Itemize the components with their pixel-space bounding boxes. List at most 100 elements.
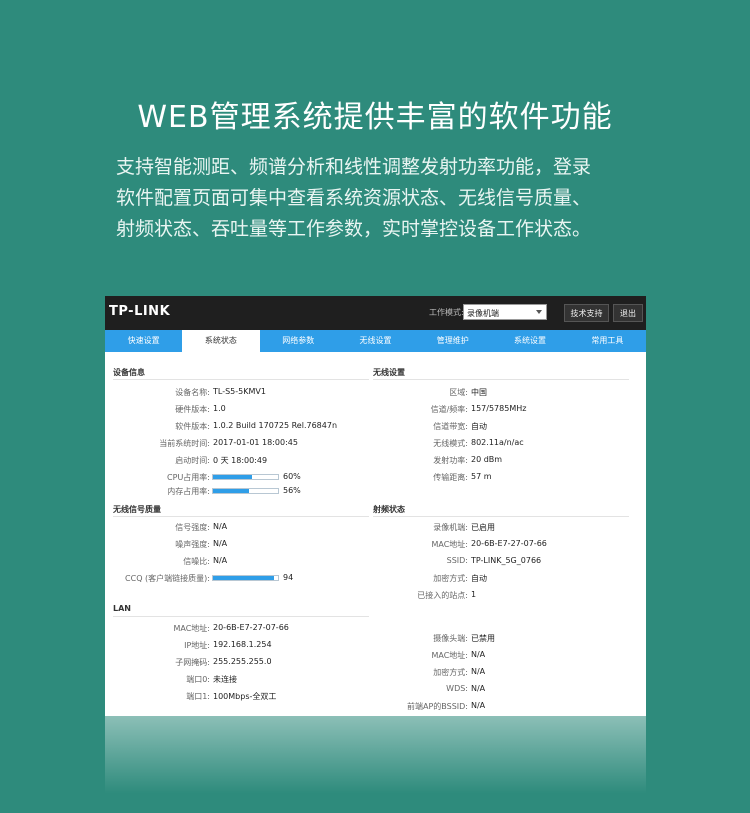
hero-title: WEB管理系统提供丰富的软件功能 (137, 100, 613, 135)
field-label: 区域: (449, 388, 468, 397)
field-value: 自动 (471, 422, 487, 431)
field-value: 255.255.255.0 (213, 657, 272, 666)
field-value: 已禁用 (471, 634, 495, 643)
cpu-usage-bar-value: 60% (283, 472, 301, 481)
field-value: 20-6B-E7-27-07-66 (471, 539, 547, 548)
work-mode-label: 工作模式: (429, 308, 464, 317)
work-mode-value: 录像机端 (467, 309, 499, 318)
field-value: TL-S5-5KMV1 (213, 387, 266, 396)
section-divider (373, 379, 629, 380)
wireless-settings-title: 无线设置 (373, 368, 405, 377)
cpu-usage-bar-fill (213, 475, 252, 479)
logout-button[interactable]: 退出 (613, 304, 643, 322)
field-value: N/A (471, 650, 486, 659)
field-label: 当前系统时间: (159, 439, 210, 448)
field-label: 传输距离: (433, 473, 468, 482)
field-label: MAC地址: (431, 651, 468, 660)
hero-description: 支持智能测距、频谱分析和线性调整发射功率功能，登录 软件配置页面可集中查看系统资… (116, 152, 656, 245)
field-label: 端口0: (186, 675, 210, 684)
lan-title: LAN (113, 604, 131, 613)
main-nav: 快速设置 系统状态 网络参数 无线设置 管理维护 系统设置 常用工具 (105, 330, 646, 352)
tab-6[interactable]: 常用工具 (569, 330, 646, 352)
field-label: 启动时间: (175, 456, 210, 465)
field-label: 加密方式: (433, 668, 468, 677)
field-label: 信噪比: (183, 557, 210, 566)
field-label: WDS: (446, 684, 468, 693)
top-bar: TP-LINK 工作模式: 录像机端 技术支持 退出 (105, 296, 646, 330)
field-value: 20-6B-E7-27-07-66 (213, 623, 289, 632)
field-value: 20 dBm (471, 455, 503, 464)
field-label: MAC地址: (431, 540, 468, 549)
cpu-usage-bar (212, 474, 279, 480)
field-value: 157/5785MHz (471, 404, 527, 413)
field-value: N/A (471, 667, 486, 676)
field-value: 中国 (471, 388, 487, 397)
field-label: 设备名称: (175, 388, 210, 397)
field-value: 100Mbps-全双工 (213, 692, 277, 701)
field-value: TP-LINK_5G_0766 (471, 556, 542, 565)
field-label: 端口1: (186, 692, 210, 701)
field-label: 摄像头端: (433, 634, 468, 643)
field-value: N/A (471, 701, 486, 710)
field-label: 软件版本: (175, 422, 210, 431)
field-label: 已接入的站点: (417, 591, 468, 600)
field-label: 发射功率: (433, 456, 468, 465)
ccq-bar-fill (213, 576, 275, 580)
tp-link-logo: TP-LINK (109, 304, 171, 319)
field-value: 2017-01-01 18:00:45 (213, 438, 298, 447)
tab-5[interactable]: 系统设置 (491, 330, 568, 352)
field-label: 信道/频率: (430, 405, 468, 414)
field-value: N/A (213, 539, 228, 548)
field-label: SSID: (446, 556, 468, 565)
field-value: 自动 (471, 574, 487, 583)
field-label: 噪声强度: (175, 540, 210, 549)
ccq-bar-value: 94 (283, 573, 294, 582)
memory-usage-bar-fill (213, 489, 250, 493)
router-admin-screenshot: TP-LINK 工作模式: 录像机端 技术支持 退出 快速设置 系统状态 网络参数无… (105, 296, 646, 716)
tab-0[interactable]: 快速设置 (105, 330, 182, 352)
field-value: N/A (213, 522, 228, 531)
field-label: 硬件版本: (175, 405, 210, 414)
memory-usage-bar (212, 488, 279, 494)
field-value: 1.0 (213, 404, 226, 413)
field-value: 1.0.2 Build 170725 Rel.76847n (213, 421, 338, 430)
signal-quality-title: 无线信号质量 (113, 505, 161, 514)
field-label: 信道带宽: (433, 422, 468, 431)
radio-status-title: 射频状态 (373, 505, 405, 514)
field-label: 录像机端: (433, 523, 468, 532)
section-divider (113, 616, 369, 617)
tab-2[interactable]: 网络参数 (260, 330, 337, 352)
ccq-bar (212, 575, 279, 581)
tab-3[interactable]: 无线设置 (337, 330, 414, 352)
field-value: 192.168.1.254 (213, 640, 272, 649)
memory-usage-bar-value: 56% (283, 486, 301, 495)
tech-support-button[interactable]: 技术支持 (564, 304, 609, 322)
field-label: 信号强度: (175, 523, 210, 532)
field-value: 0 天 18:00:49 (213, 456, 268, 465)
field-value: N/A (213, 556, 228, 565)
field-value: 已启用 (471, 523, 495, 532)
reflection (105, 716, 646, 813)
work-mode-select[interactable]: 录像机端 (463, 304, 547, 320)
field-label: 前端AP的BSSID: (406, 702, 468, 711)
field-value: 未连接 (213, 675, 237, 684)
device-info-title: 设备信息 (113, 368, 145, 377)
section-divider (373, 516, 629, 517)
tab-1[interactable]: 系统状态 (182, 330, 260, 352)
desc-line: 射频状态、吞吐量等工作参数，实时掌控设备工作状态。 (116, 218, 592, 240)
field-value: N/A (471, 684, 486, 693)
desc-line: 软件配置页面可集中查看系统资源状态、无线信号质量、 (116, 187, 592, 209)
field-label: CCQ (客户端链接质量): (125, 574, 210, 583)
field-label: 加密方式: (433, 574, 468, 583)
field-label: CPU占用率: (167, 473, 210, 482)
field-value: 802.11a/n/ac (471, 438, 524, 447)
section-divider (113, 516, 369, 517)
field-label: 内存占用率: (167, 487, 210, 496)
field-value: 1 (471, 590, 477, 599)
tab-4[interactable]: 管理维护 (414, 330, 491, 352)
field-label: IP地址: (184, 641, 210, 650)
field-label: MAC地址: (173, 624, 210, 633)
field-label: 无线模式: (433, 439, 468, 448)
section-divider (113, 379, 369, 380)
desc-line: 支持智能测距、频谱分析和线性调整发射功率功能，登录 (116, 156, 592, 178)
